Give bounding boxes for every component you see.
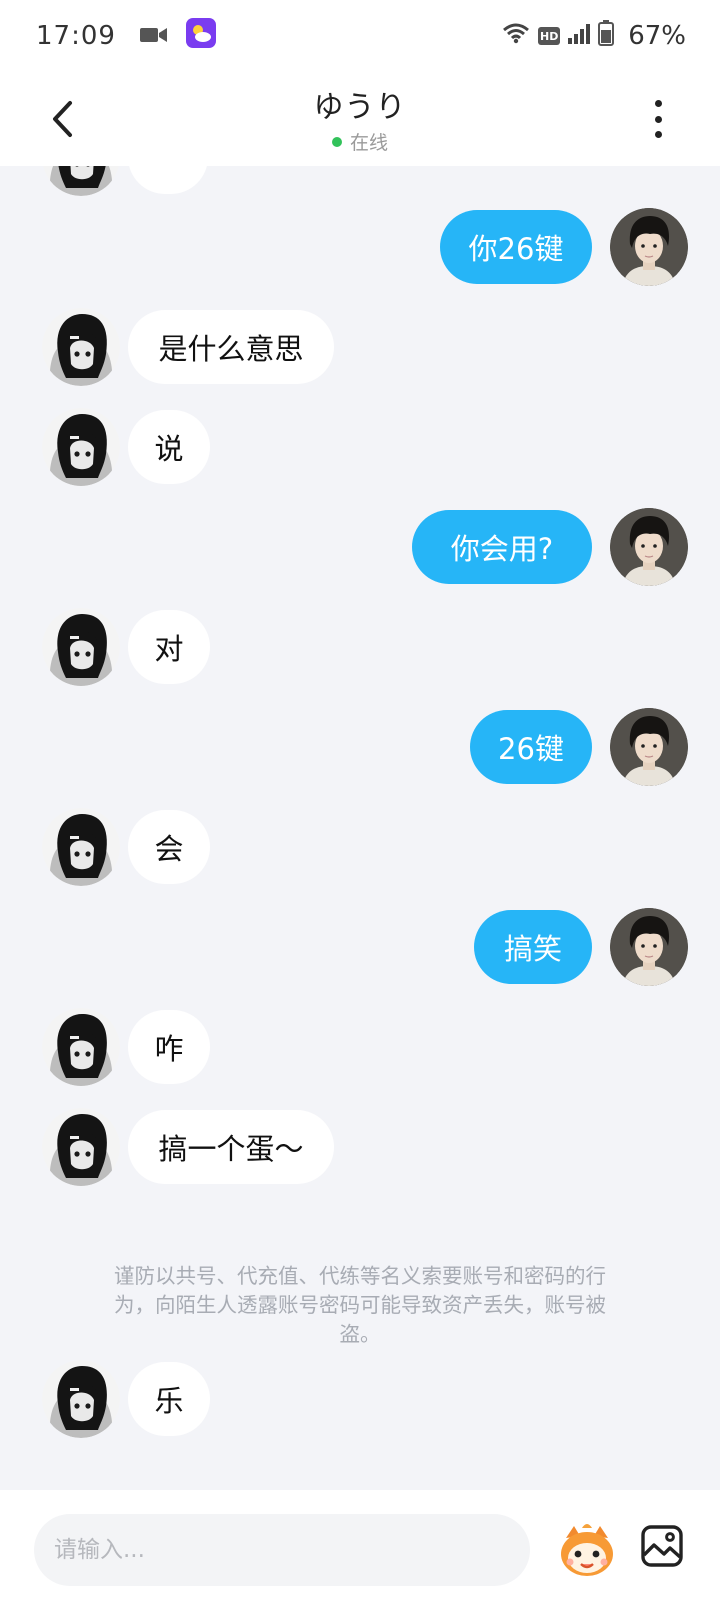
signal-icon: [568, 21, 591, 51]
status-bar: 17:09 HD 67%: [0, 0, 720, 72]
status-time: 17:09: [36, 21, 116, 51]
contact-avatar[interactable]: [42, 408, 120, 486]
weather-app-icon: [185, 17, 216, 55]
message-row-outgoing: 你26键: [0, 208, 720, 288]
message-bubble-outgoing[interactable]: 你会用?: [412, 510, 592, 584]
hd-network-badge: HD: [538, 27, 561, 45]
message-row-incoming: 乐: [0, 1360, 720, 1440]
my-avatar[interactable]: [610, 708, 688, 786]
message-list[interactable]: 你26键 是什么意思 说 你会用? 对 26键 会 搞笑 咋 搞一个蛋～ 谨防以…: [0, 166, 720, 1490]
contact-avatar[interactable]: [42, 1360, 120, 1438]
input-bar: [0, 1490, 720, 1612]
chat-screen: 17:09 HD 67% ゆうり 在线 你26键 是什么意思 说 你会用? 对 …: [0, 0, 720, 1612]
message-row-incoming: 搞一个蛋～: [0, 1108, 720, 1188]
message-bubble-incoming[interactable]: 搞一个蛋～: [128, 1110, 334, 1184]
message-bubble-outgoing[interactable]: 搞笑: [474, 910, 592, 984]
more-options-button[interactable]: [648, 96, 668, 142]
contact-avatar[interactable]: [42, 308, 120, 386]
online-status-text: 在线: [349, 132, 388, 154]
my-avatar[interactable]: [610, 908, 688, 986]
notice-line: 盗。: [339, 1322, 381, 1346]
notice-line: 为，向陌生人透露账号密码可能导致资产丢失，账号被: [114, 1293, 606, 1317]
message-row-incoming: 说: [0, 408, 720, 488]
image-icon: [641, 1525, 683, 1567]
contact-avatar[interactable]: [42, 166, 120, 196]
message-row-outgoing: 26键: [0, 708, 720, 788]
message-bubble-incoming[interactable]: 说: [128, 410, 210, 484]
contact-avatar[interactable]: [42, 808, 120, 886]
contact-name: ゆうり: [313, 90, 407, 125]
message-bubble-outgoing[interactable]: 你26键: [440, 210, 592, 284]
notice-line: 谨防以共号、代充值、代练等名义索要账号和密码的行: [114, 1264, 606, 1288]
message-input[interactable]: [34, 1514, 530, 1586]
message-bubble-incoming[interactable]: [128, 166, 208, 194]
message-bubble-incoming[interactable]: 咋: [128, 1010, 210, 1084]
message-row-incoming: 对: [0, 608, 720, 688]
security-notice: 谨防以共号、代充值、代练等名义索要账号和密码的行 为，向陌生人透露账号密码可能导…: [60, 1262, 660, 1349]
message-row-partial: [0, 166, 720, 198]
my-avatar[interactable]: [610, 208, 688, 286]
image-picker-button[interactable]: [640, 1524, 684, 1568]
online-dot-icon: [331, 136, 342, 147]
message-bubble-incoming[interactable]: 是什么意思: [128, 310, 334, 384]
message-bubble-incoming[interactable]: 对: [128, 610, 210, 684]
message-row-incoming: 是什么意思: [0, 308, 720, 388]
mascot-emoji-icon: [561, 1524, 613, 1576]
video-camera-icon: [139, 21, 168, 51]
online-status: 在线: [331, 128, 388, 155]
wifi-icon: [502, 21, 530, 51]
message-row-outgoing: 搞笑: [0, 908, 720, 988]
battery-percent: 67%: [628, 21, 686, 51]
message-row-incoming: 会: [0, 808, 720, 888]
emoji-button[interactable]: [556, 1518, 618, 1580]
chat-header: ゆうり 在线: [0, 72, 720, 166]
chat-title-block: ゆうり 在线: [0, 82, 720, 155]
message-row-outgoing: 你会用?: [0, 508, 720, 588]
message-bubble-outgoing[interactable]: 26键: [470, 710, 592, 784]
more-dot-icon: [654, 100, 662, 107]
message-row-incoming: 咋: [0, 1008, 720, 1088]
battery-icon: [598, 19, 615, 53]
contact-avatar[interactable]: [42, 1108, 120, 1186]
more-dot-icon: [654, 115, 662, 123]
more-dot-icon: [654, 131, 662, 138]
contact-avatar[interactable]: [42, 1008, 120, 1086]
message-bubble-incoming[interactable]: 会: [128, 810, 210, 884]
my-avatar[interactable]: [610, 508, 688, 586]
contact-avatar[interactable]: [42, 608, 120, 686]
message-bubble-incoming[interactable]: 乐: [128, 1362, 210, 1436]
